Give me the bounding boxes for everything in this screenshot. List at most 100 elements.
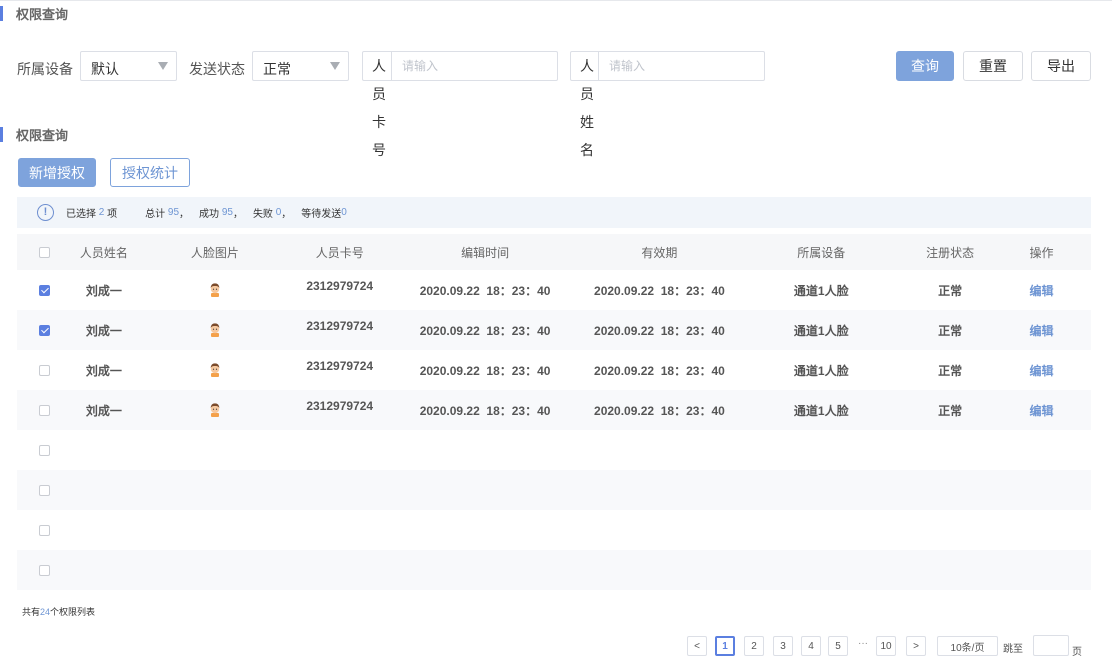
device-cell: 通道1人脸: [793, 363, 849, 378]
row-checkbox[interactable]: [38, 364, 50, 376]
table-row: 刘成一 2312979724 2020.09.22 18：23：40 2020.09.…: [17, 350, 1091, 390]
card-number-label: 人员卡号: [363, 52, 392, 158]
header-operation: 操作: [1029, 245, 1054, 260]
select-all-checkbox[interactable]: [38, 246, 50, 258]
device-cell: 通道1人脸: [793, 323, 849, 338]
list-total: 共有24个权限列表: [22, 605, 95, 618]
page-button-2[interactable]: 2: [744, 636, 764, 656]
edit-link[interactable]: 编辑: [992, 282, 1091, 299]
total-prefix: 共有: [22, 607, 41, 617]
fail-label: 失败: [252, 209, 273, 220]
pending-value: 0: [341, 207, 347, 218]
header-valid-period: 有效期: [641, 245, 678, 260]
jump-page-input[interactable]: [1033, 635, 1069, 656]
page-size-select[interactable]: 10条/页: [937, 636, 998, 656]
register-status-cell: 正常: [938, 323, 963, 338]
edit-time-cell: 2020.09.22 18：23：40: [419, 403, 551, 418]
person-name-cell: 刘成一: [85, 363, 122, 378]
separator: ，: [232, 209, 243, 220]
prev-page-button[interactable]: <: [687, 636, 707, 656]
send-status-select[interactable]: 正常: [252, 51, 349, 81]
export-button[interactable]: 导出: [1031, 51, 1091, 81]
person-name-cell: 刘成一: [85, 403, 122, 418]
face-image-cell: [136, 401, 294, 420]
person-name-search: 人员姓名: [570, 51, 765, 158]
page-unit-label: 页: [1072, 647, 1082, 658]
header-register-status: 注册状态: [926, 245, 975, 260]
card-number-input[interactable]: [392, 52, 557, 80]
row-checkbox-cell: [17, 364, 72, 376]
edit-link[interactable]: 编辑: [992, 362, 1091, 379]
add-authorization-button[interactable]: 新增授权: [18, 158, 96, 187]
row-checkbox[interactable]: [39, 444, 50, 456]
send-status-select-value: 正常: [263, 61, 291, 77]
row-checkbox[interactable]: [38, 324, 50, 336]
title-accent-bar: [0, 126, 3, 142]
next-page-button[interactable]: >: [906, 636, 926, 656]
valid-period-cell: 2020.09.22 18：23：40: [594, 323, 725, 338]
jump-to-label: 跳至: [1003, 644, 1023, 655]
total-count: 24: [40, 607, 51, 617]
device-select-value: 默认: [91, 61, 119, 77]
edit-time-cell: 2020.09.22 18：23：40: [419, 283, 551, 298]
success-value: 95: [221, 207, 233, 218]
person-name-cell: 刘成一: [85, 283, 122, 298]
page-button-5[interactable]: 5: [828, 636, 848, 656]
row-checkbox-cell: [17, 324, 72, 336]
register-status-cell: 正常: [938, 283, 963, 298]
face-avatar-icon: [207, 321, 223, 340]
edit-time-cell: 2020.09.22 18：23：40: [419, 323, 551, 338]
device-select[interactable]: 默认: [80, 51, 177, 81]
title-accent-bar: [0, 5, 3, 21]
row-checkbox-cell: [17, 284, 72, 296]
row-checkbox-cell: [17, 524, 72, 536]
row-checkbox[interactable]: [39, 484, 50, 496]
list-section-title-text: 权限查询: [16, 127, 69, 143]
row-checkbox[interactable]: [38, 404, 50, 416]
valid-period-cell: 2020.09.22 18：23：40: [594, 283, 725, 298]
authorization-stats-button[interactable]: 授权统计: [110, 158, 190, 187]
total-suffix: 个权限列表: [50, 607, 96, 617]
card-number-cell: 2312979724: [306, 359, 374, 373]
select-all-cell: [17, 246, 72, 258]
row-checkbox-cell: [17, 564, 72, 576]
total-value: 95: [167, 207, 180, 218]
header-person-name: 人员姓名: [79, 245, 128, 260]
person-name-label: 人员姓名: [571, 52, 599, 158]
list-section-title: 权限查询: [0, 126, 69, 143]
page-button-4[interactable]: 4: [801, 636, 821, 656]
table-row: 刘成一 2312979724 2020.09.22 18：23：40 2020.09.…: [17, 270, 1091, 310]
row-checkbox[interactable]: [39, 524, 50, 536]
caret-down-icon: [158, 62, 168, 70]
info-icon: !: [37, 204, 54, 221]
card-number-search: 人员卡号: [362, 51, 558, 158]
edit-link[interactable]: 编辑: [992, 402, 1091, 419]
pagination-ellipsis: ···: [858, 638, 868, 649]
header-card-number: 人员卡号: [315, 245, 364, 260]
empty-table-row: [17, 550, 1091, 590]
table-header-row: 人员姓名 人脸图片 人员卡号 编辑时间 有效期 所属设备 注册状态 操作: [17, 234, 1091, 270]
row-checkbox[interactable]: [39, 564, 50, 576]
header-face-image: 人脸图片: [190, 245, 239, 260]
card-number-cell: 2312979724: [306, 279, 374, 293]
register-status-cell: 正常: [938, 403, 963, 418]
reset-button[interactable]: 重置: [963, 51, 1023, 81]
row-checkbox[interactable]: [38, 284, 50, 296]
edit-link[interactable]: 编辑: [992, 322, 1091, 339]
face-image-cell: [136, 321, 294, 340]
pending-label: 等待发送: [301, 209, 342, 220]
top-divider: [0, 0, 1112, 1]
header-device: 所属设备: [797, 245, 846, 260]
page-button-3[interactable]: 3: [773, 636, 793, 656]
page-button-1[interactable]: 1: [715, 636, 735, 656]
face-image-cell: [136, 281, 294, 300]
face-avatar-icon: [207, 401, 223, 420]
person-name-input[interactable]: [599, 52, 764, 80]
device-filter-label: 所属设备: [17, 61, 73, 77]
register-status-cell: 正常: [938, 363, 963, 378]
query-button[interactable]: 查询: [896, 51, 954, 81]
edit-time-cell: 2020.09.22 18：23：40: [419, 363, 551, 378]
page-button-last[interactable]: 10: [876, 636, 896, 656]
selected-prefix: 已选择: [66, 209, 96, 220]
row-checkbox-cell: [17, 444, 72, 456]
